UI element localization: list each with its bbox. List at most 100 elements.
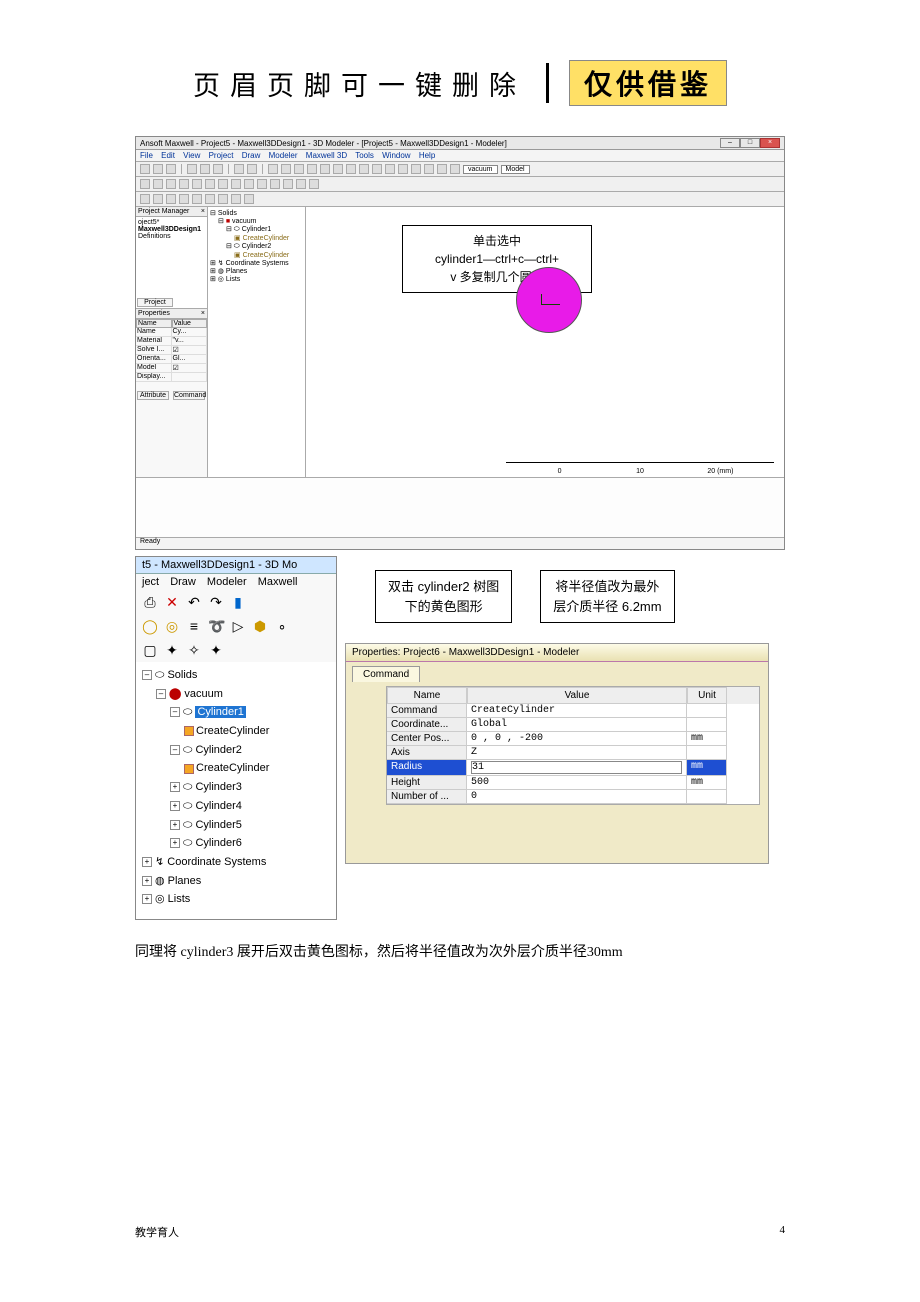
prop-value[interactable]: Gl... <box>172 355 208 364</box>
tool-icon[interactable] <box>166 194 176 204</box>
tree-solids[interactable]: –⬭ Solids <box>142 666 330 685</box>
prop-value[interactable]: ☑ <box>172 346 208 355</box>
save-icon[interactable] <box>166 164 176 174</box>
tool-icon[interactable] <box>346 164 356 174</box>
toolbar-row-1[interactable]: vacuum Model <box>136 162 784 177</box>
delete-icon[interactable]: ✕ <box>164 594 180 610</box>
tool-icon[interactable]: ▮ <box>230 594 246 610</box>
prop-value[interactable]: 0 , 0 , -200 <box>467 732 687 746</box>
tree-createcylinder[interactable]: CreateCylinder <box>142 759 330 778</box>
tool-icon[interactable] <box>205 179 215 189</box>
menu-window[interactable]: Window <box>382 151 410 160</box>
tool-icon[interactable] <box>296 179 306 189</box>
toolbar[interactable]: ▢ ✦ ✧ ✦ <box>136 638 336 662</box>
3d-viewport[interactable]: 单击选中 cylinder1—ctrl+c—ctrl+ v 多复制几个圆柱 0 … <box>306 207 784 477</box>
menu-tools[interactable]: Tools <box>355 151 374 160</box>
tool-icon[interactable] <box>307 164 317 174</box>
tool-icon[interactable]: ✧ <box>186 642 202 658</box>
menu-draw[interactable]: Draw <box>242 151 261 160</box>
tree-cylinder2[interactable]: –⬭ Cylinder2 <box>142 741 330 760</box>
prop-value[interactable]: Cy... <box>172 328 208 337</box>
prop-value[interactable]: "v... <box>172 337 208 346</box>
tool-icon[interactable] <box>231 179 241 189</box>
material-select[interactable]: vacuum <box>463 165 498 174</box>
redo-icon[interactable]: ↷ <box>208 594 224 610</box>
tool-icon[interactable] <box>231 194 241 204</box>
tree-cylinder5[interactable]: +⬭ Cylinder5 <box>142 816 330 835</box>
tool-icon[interactable] <box>281 164 291 174</box>
menu-draw[interactable]: Draw <box>170 576 196 588</box>
toolbar-row-2[interactable] <box>136 177 784 192</box>
tool-icon[interactable] <box>411 164 421 174</box>
menu-help[interactable]: Help <box>419 151 435 160</box>
prop-value[interactable] <box>172 373 208 382</box>
tree-coordinate-systems[interactable]: +↯ Coordinate Systems <box>142 853 330 872</box>
tool-icon[interactable]: ✦ <box>208 642 224 658</box>
prop-value[interactable]: 500 <box>467 776 687 790</box>
new-icon[interactable] <box>140 164 150 174</box>
tool-icon[interactable] <box>140 179 150 189</box>
maximize-button[interactable]: □ <box>740 138 760 148</box>
model-select[interactable]: Model <box>501 165 530 174</box>
menu-project[interactable]: Project <box>209 151 234 160</box>
spiral-icon[interactable]: ➰ <box>208 618 224 634</box>
copy-icon[interactable] <box>200 164 210 174</box>
menubar[interactable]: File Edit View Project Draw Modeler Maxw… <box>136 150 784 162</box>
menu-view[interactable]: View <box>183 151 200 160</box>
tree-planes[interactable]: ⊞ ◍ Planes <box>210 267 303 275</box>
tool-icon[interactable] <box>294 164 304 174</box>
tree-vacuum[interactable]: ⊟ ■ vacuum <box>210 217 303 225</box>
tool-icon[interactable] <box>398 164 408 174</box>
tool-icon[interactable] <box>385 164 395 174</box>
menu-file[interactable]: File <box>140 151 153 160</box>
open-icon[interactable] <box>153 164 163 174</box>
tool-icon[interactable] <box>424 164 434 174</box>
tool-icon[interactable]: ✦ <box>164 642 180 658</box>
paste-icon[interactable] <box>213 164 223 174</box>
menu-maxwell[interactable]: Maxwell <box>258 576 298 588</box>
menubar[interactable]: ject Draw Modeler Maxwell <box>136 574 336 590</box>
tool-icon[interactable] <box>283 179 293 189</box>
tool-icon[interactable] <box>166 179 176 189</box>
tree-lists[interactable]: ⊞ ◎ Lists <box>210 275 303 283</box>
command-tab[interactable]: Command <box>173 391 205 400</box>
prop-value[interactable]: 0 <box>467 790 687 804</box>
tool-icon[interactable] <box>244 194 254 204</box>
undo-icon[interactable]: ↶ <box>186 594 202 610</box>
toolbar[interactable]: ⎙ ✕ ↶ ↷ ▮ <box>136 590 336 614</box>
tool-icon[interactable] <box>450 164 460 174</box>
tree-vacuum[interactable]: –⬤ vacuum <box>142 685 330 704</box>
tree-cylinder1[interactable]: ⊟ ⬭ Cylinder1 <box>210 225 303 234</box>
tool-icon[interactable] <box>218 194 228 204</box>
toolbar-row-3[interactable] <box>136 192 784 207</box>
tree-solids[interactable]: ⊟ Solids <box>210 209 303 217</box>
tool-icon[interactable] <box>309 179 319 189</box>
arrow-icon[interactable]: ▷ <box>230 618 246 634</box>
prop-value[interactable]: Z <box>467 746 687 760</box>
tree-cylinder1[interactable]: –⬭ Cylinder1 <box>142 703 330 722</box>
tree-createcylinder[interactable]: ▣ CreateCylinder <box>210 234 303 242</box>
tool-icon[interactable] <box>192 179 202 189</box>
prop-value[interactable]: Global <box>467 718 687 732</box>
dot-icon[interactable]: ∘ <box>274 618 290 634</box>
model-tree[interactable]: –⬭ Solids –⬤ vacuum –⬭ Cylinder1 CreateC… <box>136 662 336 919</box>
tool-icon[interactable] <box>270 179 280 189</box>
tool-icon[interactable] <box>257 179 267 189</box>
tool-icon[interactable] <box>244 179 254 189</box>
tool-icon[interactable] <box>179 179 189 189</box>
cylinder-geometry[interactable] <box>516 267 582 333</box>
tree-createcylinder[interactable]: CreateCylinder <box>142 722 330 741</box>
project-tab[interactable]: Project <box>137 298 173 307</box>
redo-icon[interactable] <box>247 164 257 174</box>
dock-close-icon[interactable]: × <box>201 208 205 215</box>
project-node[interactable]: oject5* <box>138 219 205 226</box>
tree-cylinder6[interactable]: +⬭ Cylinder6 <box>142 834 330 853</box>
tool-icon[interactable] <box>218 179 228 189</box>
tool-icon[interactable] <box>372 164 382 174</box>
tool-icon[interactable] <box>268 164 278 174</box>
tool-icon[interactable]: ▢ <box>142 642 158 658</box>
dock-close-icon[interactable]: × <box>201 310 205 317</box>
menu-modeler[interactable]: Modeler <box>269 151 298 160</box>
toolbar[interactable]: ◯ ◎ ≡ ➰ ▷ ⬢ ∘ <box>136 614 336 638</box>
prop-value[interactable]: ☑ <box>172 364 208 373</box>
